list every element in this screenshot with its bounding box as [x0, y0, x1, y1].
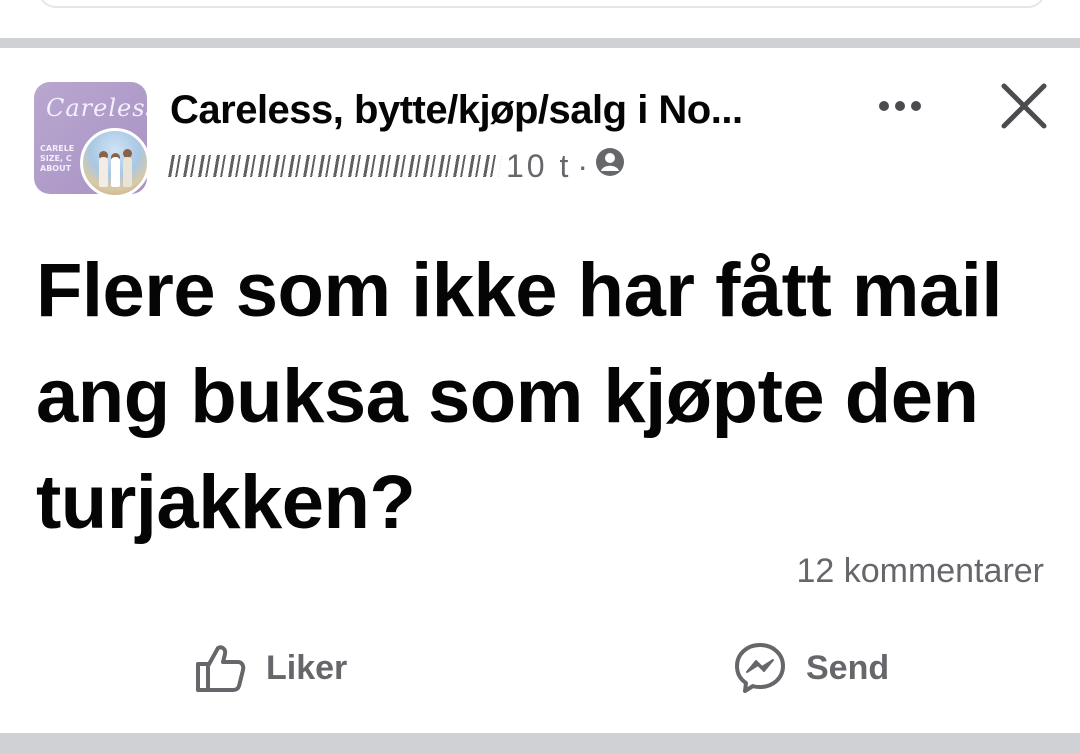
post-timestamp[interactable]: 10 t: [506, 148, 571, 185]
like-label: Liker: [266, 648, 348, 687]
author-name-redacted[interactable]: [168, 155, 502, 177]
group-members-icon: [594, 146, 626, 186]
post-meta: 10 t ·: [168, 146, 626, 186]
author-avatar[interactable]: [80, 128, 150, 198]
feed-separator-bottom: [0, 733, 1080, 753]
more-options-button[interactable]: [870, 86, 930, 126]
feed-view: Careless CARELE SIZE, C ABOUT Careless, …: [0, 0, 1080, 753]
group-avatar-caption: CARELE SIZE, C ABOUT: [40, 144, 75, 173]
feed-separator: [0, 38, 1080, 48]
group-avatar-logo-text: Careless: [46, 94, 147, 122]
hide-post-button[interactable]: [996, 78, 1052, 134]
previous-card-edge: [38, 0, 1046, 8]
comments-count-link[interactable]: 12 kommentarer: [796, 552, 1044, 591]
more-dots-icon: [879, 101, 889, 111]
post-body-text: Flere som ikke har fått mail ang buksa s…: [36, 248, 1002, 545]
like-button[interactable]: Liker: [192, 638, 347, 698]
send-button[interactable]: Send: [732, 638, 889, 698]
meta-separator: ·: [577, 147, 589, 184]
send-label: Send: [806, 648, 890, 687]
messenger-icon: [735, 643, 785, 693]
close-icon: [1001, 83, 1047, 129]
group-name-link[interactable]: Careless, bytte/kjøp/salg i No...: [170, 88, 810, 133]
thumbs-up-icon: [196, 645, 246, 692]
post-card: Careless CARELE SIZE, C ABOUT Careless, …: [0, 48, 1080, 733]
